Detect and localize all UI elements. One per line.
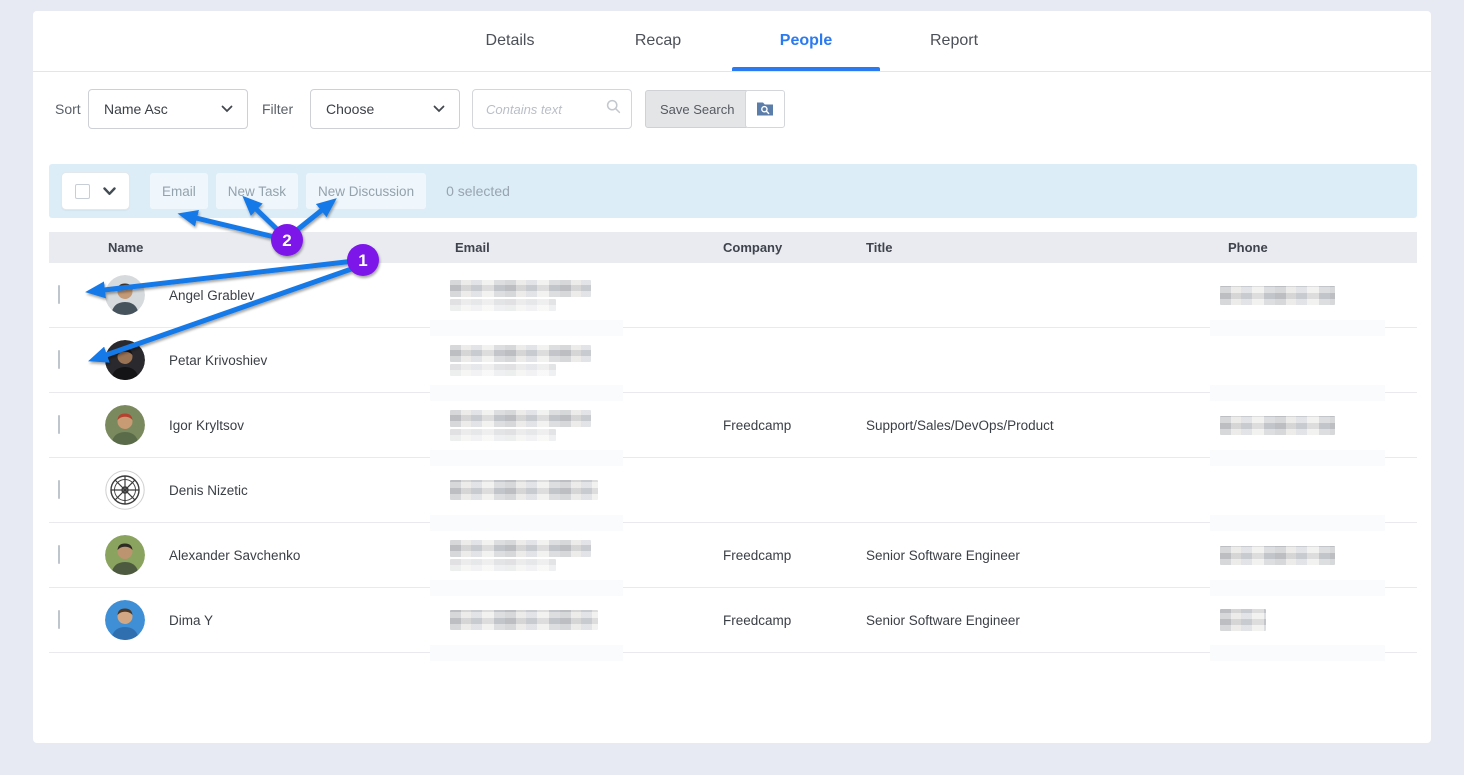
person-email-redacted — [455, 540, 723, 571]
select-all-control[interactable] — [61, 172, 130, 210]
chevron-down-icon[interactable] — [103, 187, 116, 196]
redacted-phone — [1220, 286, 1335, 305]
person-name: Petar Krivoshiev — [163, 353, 455, 368]
person-name: Alexander Savchenko — [163, 548, 455, 563]
filter-value: Choose — [326, 101, 374, 117]
row-checkbox[interactable] — [58, 285, 60, 304]
person-email-redacted — [455, 345, 723, 376]
tab-bar: DetailsRecapPeopleReport — [33, 11, 1431, 72]
search-input[interactable]: Contains text — [472, 89, 632, 129]
row-checkbox[interactable] — [58, 415, 60, 434]
tab-people[interactable]: People — [732, 11, 880, 71]
avatar — [105, 535, 145, 575]
column-header-title: Title — [866, 240, 1228, 255]
search-icon — [606, 99, 621, 119]
person-phone-redacted — [1228, 546, 1417, 565]
person-phone-redacted — [1228, 286, 1417, 305]
table-row: Petar Krivoshiev — [49, 328, 1417, 393]
avatar — [105, 405, 145, 445]
row-checkbox[interactable] — [58, 480, 60, 499]
row-checkbox[interactable] — [58, 545, 60, 564]
table-body: Angel Grablev Petar Krivoshiev — [49, 263, 1417, 653]
redacted-email-line — [450, 559, 556, 571]
tab-recap[interactable]: Recap — [584, 11, 732, 71]
redacted-email-line — [450, 345, 591, 362]
row-checkbox[interactable] — [58, 350, 60, 369]
redacted-email-line — [450, 429, 556, 441]
new-task-button[interactable]: New Task — [216, 173, 298, 209]
redacted-email-line — [450, 364, 556, 376]
table-row: Igor Kryltsov Freedcamp Support/Sales/De… — [49, 393, 1417, 458]
avatar — [105, 600, 145, 640]
avatar — [105, 275, 145, 315]
people-table: Name Email Company Title Phone Angel Gra… — [49, 232, 1417, 653]
chevron-down-icon — [221, 105, 233, 113]
person-name: Angel Grablev — [163, 288, 455, 303]
column-header-name: Name — [105, 240, 455, 255]
redacted-phone — [1220, 416, 1335, 435]
chevron-down-icon — [433, 105, 445, 113]
person-email-redacted — [455, 480, 723, 500]
person-name: Igor Kryltsov — [163, 418, 455, 433]
save-search-button[interactable]: Save Search — [645, 90, 749, 128]
table-row: Alexander Savchenko Freedcamp Senior Sof… — [49, 523, 1417, 588]
person-company: Freedcamp — [723, 613, 866, 628]
bulk-buttons-group: EmailNew TaskNew Discussion — [150, 173, 434, 209]
redacted-email-line — [450, 280, 591, 297]
bulk-action-bar: EmailNew TaskNew Discussion 0 selected — [49, 164, 1417, 218]
column-header-phone: Phone — [1228, 240, 1417, 255]
redacted-phone — [1220, 546, 1335, 565]
person-company: Freedcamp — [723, 548, 866, 563]
saved-searches-button[interactable] — [745, 90, 785, 128]
avatar — [105, 470, 145, 510]
redacted-email-line — [450, 540, 591, 557]
person-email-redacted — [455, 410, 723, 441]
email-button[interactable]: Email — [150, 173, 208, 209]
redacted-email-line — [450, 299, 556, 311]
column-header-email: Email — [455, 240, 723, 255]
row-checkbox[interactable] — [58, 610, 60, 629]
person-title: Senior Software Engineer — [866, 613, 1228, 628]
redacted-email-line — [450, 410, 591, 427]
sort-dropdown[interactable]: Name Asc — [88, 89, 248, 129]
person-company: Freedcamp — [723, 418, 866, 433]
search-placeholder: Contains text — [486, 102, 562, 117]
new-discussion-button[interactable]: New Discussion — [306, 173, 426, 209]
sort-value: Name Asc — [104, 101, 168, 117]
folder-search-icon — [755, 99, 775, 120]
person-phone-redacted — [1228, 609, 1417, 631]
filter-dropdown[interactable]: Choose — [310, 89, 460, 129]
select-all-checkbox[interactable] — [75, 184, 90, 199]
redacted-phone — [1220, 609, 1266, 631]
person-title: Senior Software Engineer — [866, 548, 1228, 563]
redacted-email-line — [450, 610, 598, 630]
selected-count: 0 selected — [446, 183, 510, 199]
tab-details[interactable]: Details — [436, 11, 584, 71]
tab-report[interactable]: Report — [880, 11, 1028, 71]
column-header-company: Company — [723, 240, 866, 255]
filter-label: Filter — [262, 89, 293, 129]
people-panel: DetailsRecapPeopleReport Sort Name Asc F… — [33, 11, 1431, 743]
table-row: Dima Y Freedcamp Senior Software Enginee… — [49, 588, 1417, 653]
table-header: Name Email Company Title Phone — [49, 232, 1417, 263]
person-email-redacted — [455, 610, 723, 630]
person-name: Dima Y — [163, 613, 455, 628]
person-title: Support/Sales/DevOps/Product — [866, 418, 1228, 433]
person-email-redacted — [455, 280, 723, 311]
person-name: Denis Nizetic — [163, 483, 455, 498]
sort-label: Sort — [55, 89, 81, 129]
person-phone-redacted — [1228, 416, 1417, 435]
table-row: Denis Nizetic — [49, 458, 1417, 523]
redacted-email-line — [450, 480, 598, 500]
filter-toolbar: Sort Name Asc Filter Choose Contains tex… — [33, 72, 1431, 164]
avatar — [105, 340, 145, 380]
table-row: Angel Grablev — [49, 263, 1417, 328]
